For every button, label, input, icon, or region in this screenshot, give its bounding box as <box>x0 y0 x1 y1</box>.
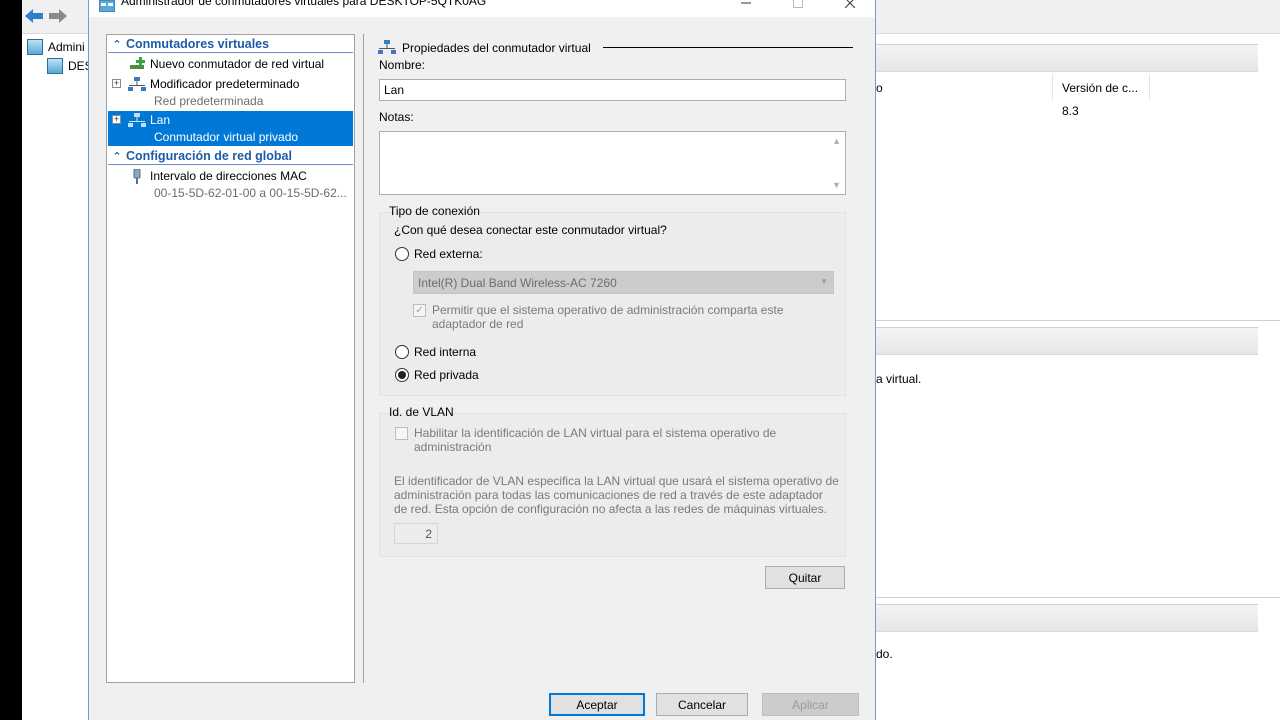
version-value: 8.3 <box>1062 104 1079 118</box>
close-icon <box>845 0 855 8</box>
minimize-icon <box>741 2 751 4</box>
radio-internal-network[interactable]: Red interna <box>395 345 476 359</box>
vlan-description: El identificador de VLAN especifica la L… <box>394 474 839 516</box>
radio-button[interactable] <box>395 247 409 261</box>
collapse-chevron-icon[interactable]: ⌃ <box>108 150 126 163</box>
apply-button[interactable]: Aplicar <box>762 693 859 716</box>
vlan-title: Id. de VLAN <box>389 405 454 419</box>
cancel-button[interactable]: Cancelar <box>656 693 748 716</box>
scroll-up-icon[interactable]: ▲ <box>832 136 841 146</box>
tree-item-hyperv-manager[interactable]: Admini <box>27 39 85 55</box>
server-icon <box>27 39 43 55</box>
network-icon <box>378 40 396 54</box>
network-icon <box>128 77 146 91</box>
chevron-down-icon: ▼ <box>820 277 828 286</box>
switch-properties-pane: Propiedades del conmutador virtual Nombr… <box>363 34 860 683</box>
allow-management-os-checkbox[interactable]: ✓ Permitir que el sistema operativo de a… <box>413 303 784 331</box>
properties-section-title: Propiedades del conmutador virtual <box>378 40 853 55</box>
new-switch-icon <box>130 57 145 69</box>
checkbox-checked-icon[interactable]: ✓ <box>413 304 426 317</box>
section-virtual-switches[interactable]: ⌃ Conmutadores virtuales <box>108 36 353 53</box>
radio-external-network[interactable]: Red externa: <box>395 247 483 261</box>
navigation-tree: Admini DES <box>22 34 93 720</box>
radio-button[interactable] <box>395 345 409 359</box>
checkpoints-header <box>853 327 1258 355</box>
adapter-select[interactable]: Intel(R) Dual Band Wireless-AC 7260 ▼ <box>413 271 834 294</box>
forward-arrow-icon[interactable] <box>48 6 68 26</box>
maximize-icon <box>793 0 803 8</box>
radio-button-selected[interactable] <box>395 368 409 382</box>
radio-private-network[interactable]: Red privada <box>395 368 479 382</box>
divider <box>876 320 1280 321</box>
tree-item-desktop[interactable]: DES <box>47 58 93 74</box>
connection-question: ¿Con qué desea conectar este conmutador … <box>394 223 667 237</box>
column-header-partial[interactable]: o <box>876 81 883 95</box>
server-icon <box>47 58 63 74</box>
vm-list-header <box>853 44 1258 72</box>
app-icon <box>99 0 115 12</box>
name-field[interactable]: Lan <box>379 79 846 101</box>
window-title: Administrador de conmutadores virtuales … <box>121 0 487 8</box>
close-button[interactable] <box>827 0 873 15</box>
collapse-chevron-icon[interactable]: ⌃ <box>108 38 126 51</box>
minimize-button[interactable] <box>723 0 769 15</box>
nav-item-lan[interactable]: + Lan Conmutador virtual privado <box>108 111 353 146</box>
column-divider <box>1149 74 1150 100</box>
remove-button[interactable]: Quitar <box>765 566 845 589</box>
scroll-down-icon[interactable]: ▼ <box>832 180 841 190</box>
column-header-version[interactable]: Versión de c... <box>1062 81 1138 95</box>
nav-item-default-switch[interactable]: + Modificador predeterminado Red predete… <box>108 75 353 111</box>
title-bar[interactable]: Administrador de conmutadores virtuales … <box>89 0 875 17</box>
details-header <box>853 604 1258 632</box>
switch-navigation-pane: ⌃ Conmutadores virtuales Nuevo conmutado… <box>106 34 355 683</box>
enable-vlan-checkbox[interactable]: Habilitar la identificación de LAN virtu… <box>395 426 776 454</box>
notes-label: Notas: <box>379 110 414 124</box>
vlan-id-field[interactable]: 2 <box>394 523 438 544</box>
panel-text-partial: a virtual. <box>876 372 922 386</box>
ok-button[interactable]: Aceptar <box>549 693 645 716</box>
divider <box>876 597 1280 598</box>
nav-item-new-switch[interactable]: Nuevo conmutador de red virtual <box>108 55 353 74</box>
expand-plus-icon[interactable]: + <box>112 115 121 124</box>
network-icon <box>128 113 146 127</box>
virtual-switch-manager-dialog: Administrador de conmutadores virtuales … <box>88 0 876 720</box>
nav-item-mac-range[interactable]: Intervalo de direcciones MAC 00-15-5D-62… <box>108 167 353 203</box>
column-divider <box>1052 74 1053 100</box>
expand-plus-icon[interactable]: + <box>112 79 121 88</box>
mac-range-icon <box>133 169 141 184</box>
maximize-button[interactable] <box>775 0 821 15</box>
section-global-network-settings[interactable]: ⌃ Configuración de red global <box>108 148 353 165</box>
section-rule <box>602 47 853 48</box>
back-arrow-icon[interactable] <box>24 6 44 26</box>
connection-type-title: Tipo de conexión <box>389 204 480 218</box>
panel-text-partial: do. <box>876 647 893 661</box>
notes-field[interactable]: ▲ ▼ <box>379 131 846 195</box>
name-label: Nombre: <box>379 58 426 72</box>
checkbox-icon[interactable] <box>395 427 408 440</box>
